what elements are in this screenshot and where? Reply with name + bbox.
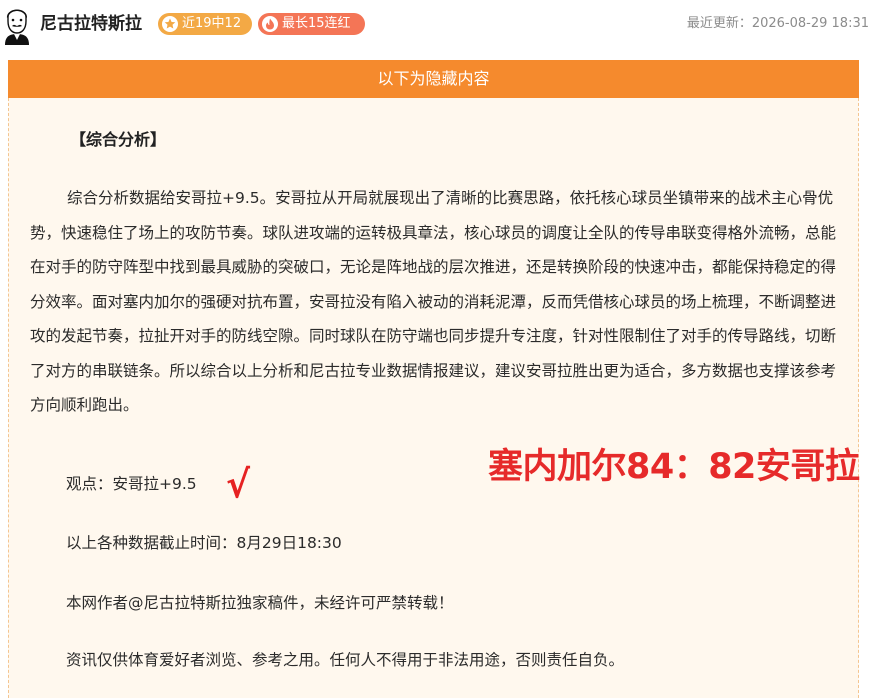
author-avatar[interactable] <box>2 5 32 45</box>
disclaimer-notice: 资讯仅供体育爱好者浏览、参考之用。任何人不得用于非法用途，否则责任自负。 <box>66 651 625 669</box>
update-time: 最近更新：2026-08-29 18:31 <box>686 16 869 31</box>
streak-badge: 最长15连红 <box>258 13 365 35</box>
tesla-portrait-icon <box>5 9 29 45</box>
hidden-content-banner: 以下为隐藏内容 <box>8 60 859 98</box>
record-badge: 近19中12 <box>158 13 252 35</box>
author-header: 尼古拉特斯拉 近19中12 最长15连红 最近更新：2026-08-29 18:… <box>0 0 875 52</box>
author-name[interactable]: 尼古拉特斯拉 <box>40 11 142 37</box>
viewpoint-line: 观点：安哥拉+9.5 <box>66 475 197 493</box>
star-icon <box>162 16 178 32</box>
streak-badge-label: 最长15连红 <box>282 16 351 31</box>
record-badge-label: 近19中12 <box>182 16 242 31</box>
check-mark: √ <box>226 463 251 507</box>
copyright-notice: 本网作者@尼古拉特斯拉独家稿件，未经许可严禁转载！ <box>66 594 454 612</box>
score-stamp: 塞内加尔84：82安哥拉 <box>488 447 860 487</box>
section-title: 【综合分析】 <box>70 130 167 149</box>
cutoff-time-line: 以上各种数据截止时间：8月29日18:30 <box>66 534 342 552</box>
analysis-paragraph: 综合分析数据给安哥拉+9.5。安哥拉从开局就展现出了清晰的比赛思路，依托核心球员… <box>30 189 837 414</box>
flame-icon <box>262 16 278 32</box>
